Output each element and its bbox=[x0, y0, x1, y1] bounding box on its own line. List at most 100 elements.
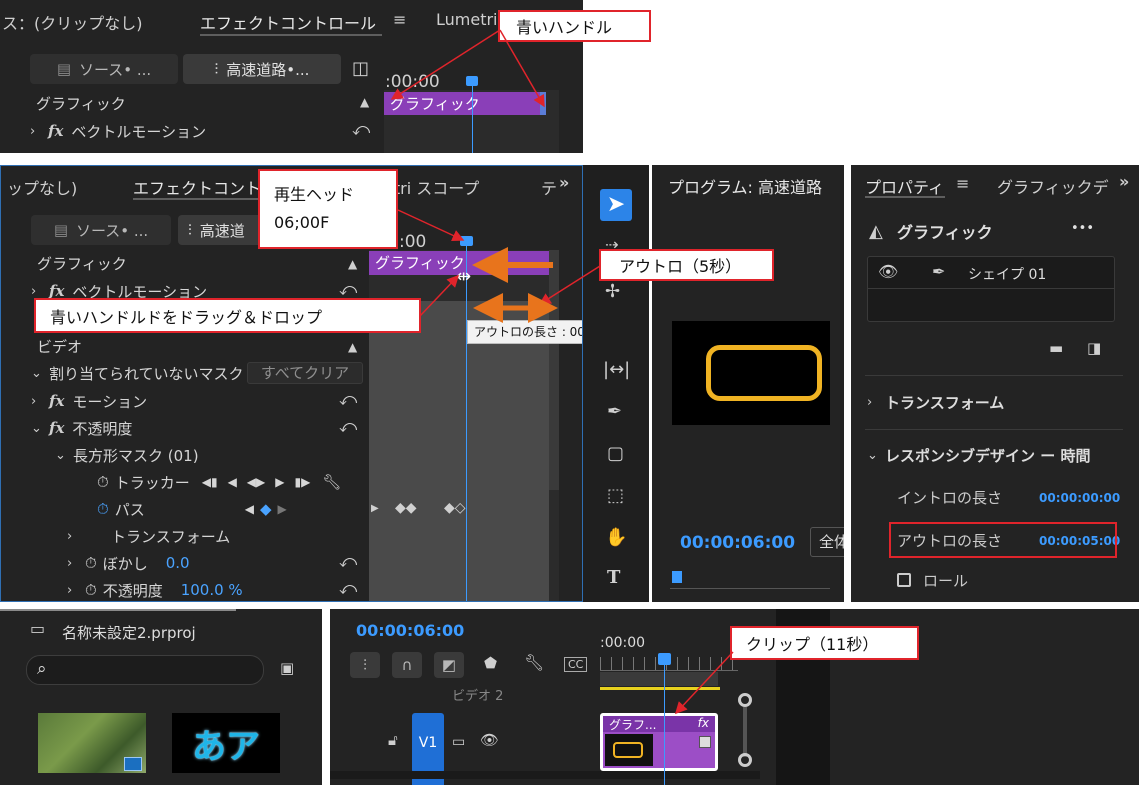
captions-icon[interactable]: CC bbox=[564, 657, 588, 672]
tab-menu-icon[interactable]: ≡ bbox=[956, 174, 969, 193]
slip-tool-icon[interactable]: |↔| bbox=[603, 361, 630, 379]
reset-icon[interactable]: ⤺ bbox=[339, 552, 357, 572]
intro-value[interactable]: 00:00:00:00 bbox=[1039, 491, 1120, 505]
roll-checkbox[interactable] bbox=[897, 573, 911, 587]
tab-source-no-clip[interactable]: ス：(クリップなし) bbox=[2, 10, 143, 34]
opacity-value[interactable]: 100.0 % bbox=[181, 581, 243, 599]
collapse-triangle-icon[interactable]: ▲ bbox=[348, 341, 357, 353]
expand-chevron-icon[interactable]: › bbox=[67, 529, 85, 544]
timeline-clip-graphic[interactable]: グラフ... fx bbox=[600, 713, 718, 771]
blur-value[interactable]: 0.0 bbox=[166, 554, 190, 572]
program-scrub-bar[interactable] bbox=[670, 575, 830, 589]
tab-essential-graphics[interactable]: グラフィックデ bbox=[997, 174, 1109, 198]
folder-icon[interactable]: ▬ bbox=[1049, 341, 1063, 356]
wrench-icon[interactable]: 🔧︎ bbox=[322, 473, 341, 491]
reset-icon[interactable]: ⤺ bbox=[339, 417, 357, 437]
tab-program[interactable]: プログラム: 高速道路 bbox=[668, 174, 822, 198]
sequence-button[interactable]: ⫶ 高速道路•... bbox=[183, 54, 341, 84]
stopwatch-icon[interactable]: ⏱ bbox=[85, 554, 97, 572]
section-video[interactable]: ビデオ bbox=[37, 333, 367, 359]
responsive-design-section[interactable]: ⌄ レスポンシブデザイン ー 時間 bbox=[867, 442, 1129, 468]
eye-icon[interactable]: 👁︎ bbox=[878, 264, 898, 280]
tab-more-icon[interactable]: » bbox=[559, 173, 569, 192]
source-button[interactable]: ▤ ソース• ... bbox=[31, 215, 171, 245]
program-playhead[interactable] bbox=[672, 571, 682, 583]
shape-layer-row[interactable]: 👁︎ ✒ シェイプ 01 bbox=[868, 257, 1114, 289]
tab-lumetri-scope[interactable]: etri スコープ bbox=[384, 175, 479, 199]
tab-source-no-clip[interactable]: ップなし) bbox=[7, 175, 77, 199]
reset-icon[interactable]: ⤺ bbox=[352, 120, 370, 140]
expand-chevron-icon[interactable]: › bbox=[867, 395, 885, 410]
playhead-marker[interactable] bbox=[466, 76, 478, 86]
graphic-clip-bar[interactable]: グラフィック bbox=[384, 92, 544, 115]
playhead-marker[interactable] bbox=[460, 236, 473, 246]
section-graphic[interactable]: グラフィック bbox=[36, 90, 376, 116]
track-forward-all-icon[interactable]: ▮▶ bbox=[295, 475, 311, 489]
expand-chevron-icon[interactable]: › bbox=[30, 124, 48, 139]
reset-icon[interactable]: ⤺ bbox=[339, 390, 357, 410]
ripple-edit-tool-icon[interactable]: ✢ bbox=[605, 283, 620, 301]
track-both-icon[interactable]: ◀▶ bbox=[247, 475, 265, 489]
project-search-input[interactable]: ⌕ bbox=[26, 655, 264, 685]
eye-icon[interactable]: 👁︎ bbox=[480, 733, 499, 748]
new-layer-icon[interactable]: ◨ bbox=[1087, 341, 1101, 356]
transform-row[interactable]: › トランスフォーム bbox=[67, 523, 367, 549]
pen-tool-icon[interactable]: ✒ bbox=[607, 403, 622, 421]
clip-thumbnail-text[interactable]: あア bbox=[172, 713, 280, 773]
linked-selection-icon[interactable]: ◩ bbox=[434, 652, 464, 678]
expand-chevron-icon[interactable]: › bbox=[31, 284, 49, 299]
track-forward-icon[interactable]: ▶ bbox=[275, 475, 284, 489]
playhead-marker[interactable] bbox=[658, 653, 671, 665]
expand-chevron-icon[interactable]: ⌄ bbox=[31, 366, 49, 381]
timeline-timecode[interactable]: 00:00:06:00 bbox=[356, 621, 464, 640]
timeline-scrollbar[interactable] bbox=[549, 250, 559, 490]
tab-extra[interactable]: テ bbox=[541, 175, 557, 199]
stopwatch-icon[interactable]: ⏱ bbox=[97, 500, 109, 518]
marker-icon[interactable]: ⬟ bbox=[484, 656, 497, 671]
program-timecode[interactable]: 00:00:06:00 bbox=[680, 533, 795, 553]
wrench-icon[interactable]: 🔧︎ bbox=[524, 655, 544, 671]
bin-search-icon[interactable]: ▣ bbox=[280, 661, 294, 676]
tab-properties[interactable]: プロパティ bbox=[865, 174, 944, 198]
expand-chevron-icon[interactable]: › bbox=[67, 556, 85, 571]
expand-chevron-icon[interactable]: ⌄ bbox=[55, 448, 73, 463]
stopwatch-icon[interactable]: ⏱ bbox=[97, 473, 109, 491]
fit-dropdown[interactable]: 全体 bbox=[810, 527, 844, 557]
sequence-button[interactable]: ⫶ 高速道 bbox=[178, 215, 268, 245]
type-tool-icon[interactable]: T bbox=[607, 569, 620, 587]
next-keyframe-icon[interactable]: ▶ bbox=[278, 502, 287, 516]
snap-icon[interactable]: ∩ bbox=[392, 652, 422, 678]
stopwatch-icon[interactable]: ⏱ bbox=[85, 581, 97, 599]
crop-select-icon[interactable]: ⬚ bbox=[607, 487, 624, 505]
tab-effect-controls[interactable]: エフェクトコントロール bbox=[200, 10, 376, 34]
hand-tool-icon[interactable]: ✋ bbox=[605, 529, 627, 547]
rect-mask-row[interactable]: ⌄ 長方形マスク (01) bbox=[55, 442, 355, 468]
reset-icon[interactable]: ⤺ bbox=[339, 579, 357, 599]
vertical-scrollbar[interactable] bbox=[734, 693, 756, 773]
add-keyframe-icon[interactable]: ◆ bbox=[260, 500, 272, 518]
section-graphic[interactable]: グラフィック bbox=[37, 250, 367, 276]
lock-icon[interactable]: 🔓︎ bbox=[388, 733, 398, 748]
tab-more-icon[interactable]: » bbox=[1119, 172, 1129, 191]
reset-icon[interactable]: ⤺ bbox=[339, 280, 357, 300]
expand-chevron-icon[interactable]: ⌄ bbox=[31, 421, 49, 436]
tab-effect-controls[interactable]: エフェクトコント bbox=[133, 175, 261, 199]
source-button[interactable]: ▤ ソース• ... bbox=[30, 54, 178, 84]
opacity-row[interactable]: ⌄ fx 不透明度 bbox=[31, 415, 361, 441]
keyframe-diamonds[interactable]: ◆◇ bbox=[444, 500, 466, 516]
selection-tool-icon[interactable]: ➤ bbox=[600, 189, 632, 221]
tab-menu-icon[interactable]: ≡ bbox=[393, 10, 406, 29]
prev-keyframe-icon[interactable]: ◀ bbox=[245, 502, 254, 516]
collapse-triangle-icon[interactable]: ▲ bbox=[348, 258, 357, 270]
clear-all-button[interactable]: すべてクリア bbox=[247, 362, 363, 384]
track-back-all-icon[interactable]: ◀▮ bbox=[202, 475, 218, 489]
transform-section[interactable]: › トランスフォーム bbox=[867, 389, 1117, 415]
expand-chevron-icon[interactable]: ⌄ bbox=[867, 448, 885, 463]
keyframe-diamonds[interactable]: ◆◆ bbox=[395, 500, 417, 516]
rectangle-tool-icon[interactable]: ▢ bbox=[607, 445, 624, 463]
more-options-icon[interactable]: ••• bbox=[1071, 221, 1094, 236]
nest-toggle-icon[interactable]: ⫶ bbox=[350, 652, 380, 678]
panel-toggle-icon[interactable]: ◫ bbox=[352, 60, 369, 78]
work-area-bar[interactable] bbox=[600, 672, 718, 686]
vector-motion-row[interactable]: › fx ベクトルモーション bbox=[30, 118, 370, 144]
